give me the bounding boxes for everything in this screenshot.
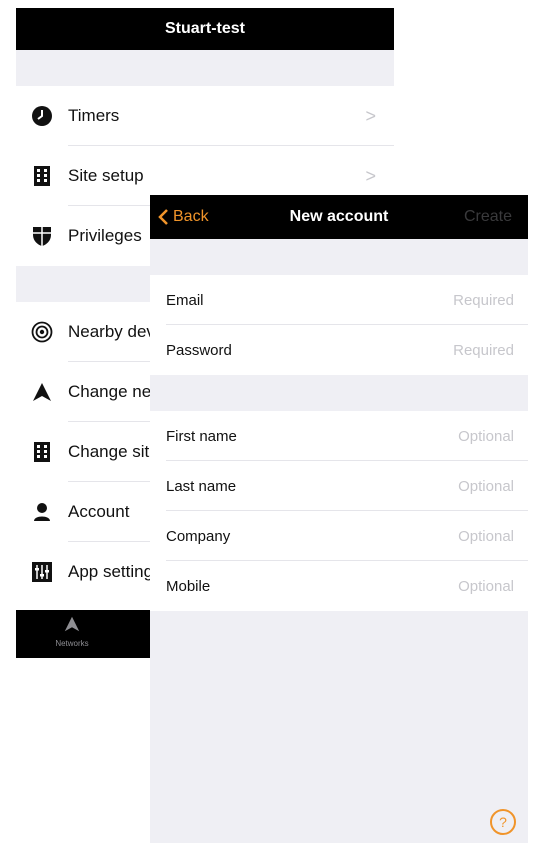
help-button[interactable]: ? bbox=[490, 809, 516, 835]
network-icon bbox=[64, 616, 80, 632]
clock-icon bbox=[16, 105, 68, 127]
chevron-right-icon: > bbox=[365, 105, 376, 126]
nav-title: Stuart-test bbox=[164, 20, 245, 37]
chevron-right-icon: > bbox=[365, 165, 376, 186]
user-icon bbox=[16, 502, 68, 522]
field-label: Company bbox=[166, 527, 231, 545]
create-button[interactable]: Create bbox=[464, 195, 512, 239]
field-placeholder: Optional bbox=[458, 477, 514, 495]
building-icon bbox=[16, 441, 68, 463]
menu-item-label: Privileges bbox=[68, 226, 142, 245]
password-field[interactable]: Password Required bbox=[150, 325, 528, 375]
field-label: Email bbox=[166, 291, 204, 309]
menu-item-label: Site setup bbox=[68, 166, 144, 185]
menu-item-label: App settings bbox=[68, 562, 162, 581]
section-gap bbox=[16, 50, 394, 86]
menu-item-label: Account bbox=[68, 502, 130, 521]
field-placeholder: Optional bbox=[458, 427, 514, 445]
email-field[interactable]: Email Required bbox=[150, 275, 528, 325]
nav-bar: Stuart-test bbox=[16, 8, 394, 50]
radar-icon bbox=[16, 321, 68, 343]
menu-item-timers[interactable]: Timers > bbox=[16, 86, 394, 146]
field-label: Password bbox=[166, 341, 232, 359]
profile-group: First name Optional Last name Optional C… bbox=[150, 411, 528, 611]
last-name-field[interactable]: Last name Optional bbox=[150, 461, 528, 511]
mobile-field[interactable]: Mobile Optional bbox=[150, 561, 528, 611]
field-placeholder: Optional bbox=[458, 527, 514, 545]
sliders-icon bbox=[16, 562, 68, 582]
field-label: First name bbox=[166, 427, 237, 445]
shield-icon bbox=[16, 225, 68, 247]
tab-networks[interactable]: Networks bbox=[44, 616, 100, 648]
credentials-group: Email Required Password Required bbox=[150, 275, 528, 375]
field-placeholder: Required bbox=[453, 341, 514, 359]
menu-item-label: Timers bbox=[68, 106, 120, 125]
tab-label: Networks bbox=[55, 639, 89, 648]
modal-nav-bar: Back New account Create bbox=[150, 195, 528, 239]
menu-item-label: Change site bbox=[68, 442, 159, 461]
building-icon bbox=[16, 165, 68, 187]
field-label: Mobile bbox=[166, 577, 211, 595]
field-label: Last name bbox=[166, 477, 237, 495]
field-placeholder: Optional bbox=[458, 577, 514, 595]
company-field[interactable]: Company Optional bbox=[150, 511, 528, 561]
first-name-field[interactable]: First name Optional bbox=[150, 411, 528, 461]
network-icon bbox=[16, 382, 68, 402]
field-placeholder: Required bbox=[453, 291, 514, 309]
new-account-modal: Back New account Create Email Required P… bbox=[150, 195, 528, 843]
